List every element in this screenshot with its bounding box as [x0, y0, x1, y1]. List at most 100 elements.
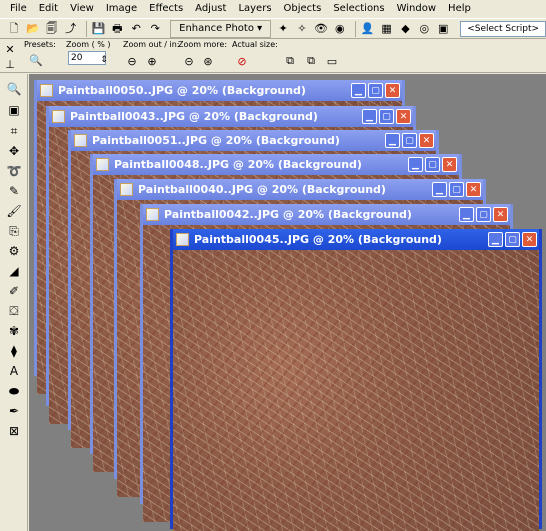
close-icon[interactable]: ✕ — [385, 83, 400, 98]
presets-zoom-icon[interactable]: 🔍 — [28, 52, 44, 68]
active-document-window[interactable]: Paintball0045..JPG @ 20% (Background) ▁ … — [170, 229, 542, 531]
scan-icon[interactable]: ⤴ — [63, 20, 79, 38]
clarify-icon[interactable]: ✧ — [294, 20, 310, 38]
document-title: Paintball0051..JPG @ 20% (Background) — [92, 134, 340, 147]
script-select[interactable]: <Select Script> — [460, 20, 546, 37]
maximize-icon[interactable]: ▢ — [402, 133, 417, 148]
image-canvas[interactable] — [173, 250, 539, 531]
document-titlebar[interactable]: Paintball0050..JPG @ 20% (Background) ▁ … — [37, 80, 402, 101]
browse-icon[interactable]: 🗐 — [44, 20, 60, 38]
maximize-icon[interactable]: ▢ — [449, 182, 464, 197]
enhance-photo-dropdown[interactable]: Enhance Photo ▾ — [170, 19, 272, 38]
document-titlebar[interactable]: Paintball0040..JPG @ 20% (Background) ▁ … — [117, 179, 483, 200]
materials-icon[interactable]: ◆ — [397, 20, 413, 38]
menu-view[interactable]: View — [64, 0, 100, 18]
menu-file[interactable]: File — [4, 0, 33, 18]
zoom-more-in-icon[interactable]: ⊛ — [200, 53, 216, 69]
menu-bar: File Edit View Image Effects Adjust Laye… — [0, 0, 546, 18]
close-icon[interactable]: ✕ — [419, 133, 434, 148]
menu-effects[interactable]: Effects — [143, 0, 189, 18]
picture-tube-tool-icon[interactable]: ✾ — [3, 322, 25, 340]
maximize-icon[interactable]: ▢ — [379, 109, 394, 124]
menu-objects[interactable]: Objects — [278, 0, 328, 18]
close-icon[interactable]: ✕ — [493, 207, 508, 222]
minimize-icon[interactable]: ▁ — [351, 83, 366, 98]
undo-icon[interactable]: ↶ — [128, 20, 144, 38]
actual-size-label: Actual size: — [232, 40, 278, 49]
document-title: Paintball0040..JPG @ 20% (Background) — [138, 183, 386, 196]
menu-image[interactable]: Image — [100, 0, 143, 18]
brush-tool-icon[interactable]: 🖌 — [3, 202, 25, 220]
fill-tool-icon[interactable]: ⛋ — [3, 302, 25, 320]
close-icon[interactable]: ✕ — [442, 157, 457, 172]
close-icon[interactable]: ✕ — [466, 182, 481, 197]
one-step-fix-icon[interactable]: ✦ — [275, 20, 291, 38]
maximize-icon[interactable]: ▢ — [505, 232, 520, 247]
shape-tool-icon[interactable]: ⬬ — [3, 382, 25, 400]
lasso-tool-icon[interactable]: ➰ — [3, 162, 25, 180]
menu-help[interactable]: Help — [442, 0, 477, 18]
document-titlebar[interactable]: Paintball0048..JPG @ 20% (Background) ▁ … — [93, 154, 459, 175]
minimize-icon[interactable]: ▁ — [408, 157, 423, 172]
pin-icon[interactable]: ⊥ — [2, 56, 18, 72]
overview-icon[interactable]: ◎ — [416, 20, 432, 38]
move-tool-icon[interactable]: ✥ — [3, 142, 25, 160]
warp-tool-icon[interactable]: ⊠ — [3, 422, 25, 440]
pen-tool-icon[interactable]: ✒ — [3, 402, 25, 420]
close-icon[interactable]: ✕ — [522, 232, 537, 247]
crop-tool-icon[interactable]: ⌗ — [3, 122, 25, 140]
zoom-label: Zoom ( % ) — [66, 40, 111, 49]
document-titlebar[interactable]: Paintball0042..JPG @ 20% (Background) ▁ … — [143, 204, 510, 225]
zoom-spinner-icon[interactable]: ⇕ — [96, 52, 112, 68]
color-balance-icon[interactable]: ◉ — [332, 20, 348, 38]
new-file-icon[interactable]: 🗋 — [6, 20, 22, 38]
zoom-in-icon[interactable]: ⊕ — [144, 53, 160, 69]
minimize-icon[interactable]: ▁ — [385, 133, 400, 148]
actual-size-icon[interactable]: ⊘ — [234, 53, 250, 69]
window-fit-icon[interactable]: ⧉ — [282, 53, 298, 69]
zoom-out-icon[interactable]: ⊖ — [124, 53, 140, 69]
maximize-icon[interactable]: ▢ — [476, 207, 491, 222]
dropper-tool-icon[interactable]: ✎ — [3, 182, 25, 200]
document-title: Paintball0048..JPG @ 20% (Background) — [114, 158, 362, 171]
minimize-icon[interactable]: ▁ — [459, 207, 474, 222]
menu-edit[interactable]: Edit — [33, 0, 64, 18]
menu-layers[interactable]: Layers — [232, 0, 277, 18]
document-titlebar[interactable]: Paintball0051..JPG @ 20% (Background) ▁ … — [71, 130, 436, 151]
minimize-icon[interactable]: ▁ — [362, 109, 377, 124]
color-changer-tool-icon[interactable]: ✐ — [3, 282, 25, 300]
menu-selections[interactable]: Selections — [327, 0, 390, 18]
eraser-tool-icon[interactable]: ◢ — [3, 262, 25, 280]
histogram-icon[interactable]: ▣ — [435, 20, 451, 38]
zoom-tool-icon[interactable]: 🔍 — [3, 80, 25, 98]
learning-center-icon[interactable]: 👤 — [360, 20, 376, 38]
minimize-icon[interactable]: ▁ — [488, 232, 503, 247]
document-titlebar[interactable]: Paintball0045..JPG @ 20% (Background) ▁ … — [173, 229, 539, 250]
maximize-icon[interactable]: ▢ — [425, 157, 440, 172]
print-icon[interactable]: 🖶 — [109, 20, 125, 38]
close-icon[interactable]: ✕ — [396, 109, 411, 124]
zoom-out-in-label: Zoom out / in: — [123, 40, 180, 49]
window-cascade-icon[interactable]: ▭ — [324, 53, 340, 69]
document-icon — [176, 233, 189, 246]
menu-adjust[interactable]: Adjust — [189, 0, 232, 18]
open-folder-icon[interactable]: 📂 — [25, 20, 41, 38]
zoom-more-out-icon[interactable]: ⊝ — [181, 53, 197, 69]
text-tool-icon[interactable]: A — [3, 362, 25, 380]
menu-window[interactable]: Window — [391, 0, 442, 18]
save-icon[interactable]: 💾 — [91, 20, 107, 38]
window-tile-icon[interactable]: ⧉ — [303, 53, 319, 69]
redo-icon[interactable]: ↷ — [147, 20, 163, 38]
selection-tool-icon[interactable]: ▣ — [3, 101, 25, 119]
maximize-icon[interactable]: ▢ — [368, 83, 383, 98]
scratch-remover-tool-icon[interactable]: ⧫ — [3, 342, 25, 360]
clone-tool-icon[interactable]: ⎘ — [3, 222, 25, 240]
tools-palette: 🔍 ▣ ⌗ ✥ ➰ ✎ 🖌 ⎘ ⚙ ◢ ✐ ⛋ ✾ ⧫ A ⬬ ✒ ⊠ — [0, 74, 28, 531]
red-eye-icon[interactable]: 👁 — [313, 20, 329, 38]
minimize-icon[interactable]: ▁ — [432, 182, 447, 197]
layer-palette-icon[interactable]: ▦ — [379, 20, 395, 38]
close-palette-icon[interactable]: ✕ — [2, 41, 18, 57]
toolbar-separator — [85, 20, 87, 37]
retouch-tool-icon[interactable]: ⚙ — [3, 242, 25, 260]
document-titlebar[interactable]: Paintball0043..JPG @ 20% (Background) ▁ … — [49, 106, 413, 127]
